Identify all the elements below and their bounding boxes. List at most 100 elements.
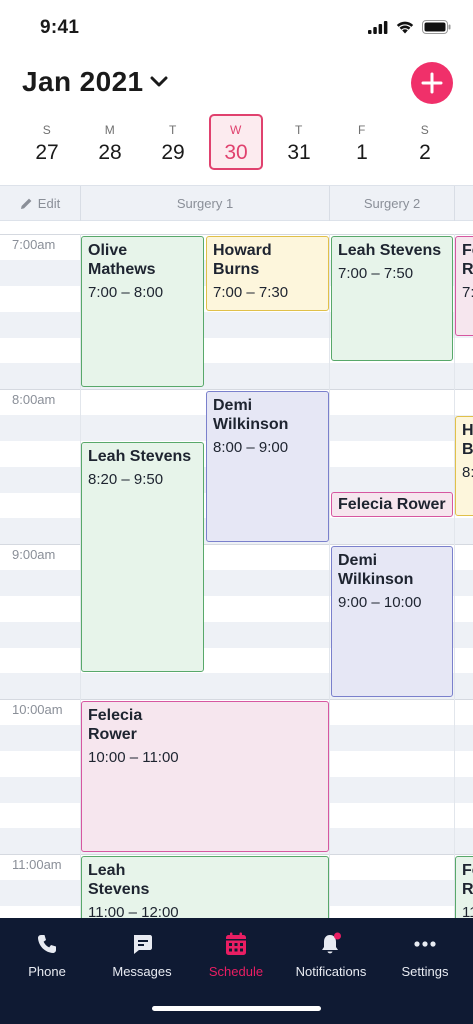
battery-icon xyxy=(422,20,451,34)
add-appointment-button[interactable] xyxy=(411,62,453,104)
appointment-name: Demi Wilkinson xyxy=(213,397,289,433)
appointment-time: 11 xyxy=(462,904,473,918)
appointment-card[interactable]: Demi Wilkinson 8:00 – 9:00 xyxy=(206,391,329,542)
hour-line xyxy=(0,854,473,855)
appointment-time: 9:00 – 10:00 xyxy=(338,594,422,611)
tab-label: Messages xyxy=(112,964,172,979)
day-number: 29 xyxy=(161,141,185,164)
day-number: 30 xyxy=(224,141,248,164)
column-partial xyxy=(455,186,473,221)
edit-label: Edit xyxy=(37,196,61,211)
tab-label: Notifications xyxy=(295,964,367,979)
appointment-card[interactable]: H B 8: xyxy=(455,416,473,516)
status-time: 9:41 xyxy=(40,17,80,38)
appointment-time: 7: xyxy=(462,284,473,301)
day-number: 31 xyxy=(287,141,311,164)
appointment-time: 7:00 – 7:30 xyxy=(213,284,289,301)
day-number: 1 xyxy=(356,141,368,164)
day-sunday[interactable]: S 27 xyxy=(20,114,74,170)
tab-phone[interactable]: Phone xyxy=(0,930,94,979)
hour-line xyxy=(0,699,473,700)
tab-messages[interactable]: Messages xyxy=(95,930,189,979)
hour-line xyxy=(0,234,473,235)
appointment-time: 7:00 – 8:00 xyxy=(88,284,164,301)
column-label: Surgery 2 xyxy=(363,196,421,211)
status-bar: 9:41 xyxy=(0,0,473,56)
appointment-name: Leah Stevens xyxy=(88,862,150,898)
appointment-card[interactable]: Fe R 7: xyxy=(455,236,473,336)
hour-label: 11:00am xyxy=(12,857,62,872)
signal-icon xyxy=(368,20,388,34)
appointment-time: 8:20 – 9:50 xyxy=(88,471,164,488)
bell-icon xyxy=(322,932,341,954)
appointment-card[interactable]: Demi Wilkinson 9:00 – 10:00 xyxy=(331,546,453,697)
day-number: 28 xyxy=(98,141,122,164)
appointment-card[interactable]: Howard Burns 7:00 – 7:30 xyxy=(206,236,329,311)
day-letter: M xyxy=(104,123,116,137)
hour-label: 8:00am xyxy=(12,392,56,407)
tab-label: Settings xyxy=(401,964,449,979)
day-tuesday[interactable]: T 29 xyxy=(146,114,200,170)
appointment-time: 8: xyxy=(462,464,473,481)
tab-schedule[interactable]: Schedule xyxy=(189,930,283,979)
hour-line xyxy=(0,389,473,390)
pencil-icon xyxy=(20,198,32,209)
day-thursday[interactable]: T 31 xyxy=(272,114,326,170)
day-letter: F xyxy=(358,123,366,137)
column-surgery-1: Surgery 1 xyxy=(81,186,330,221)
appointment-time: 10:00 – 11:00 xyxy=(88,749,179,766)
day-number: 27 xyxy=(35,141,59,164)
appointment-name: Olive Mathews xyxy=(88,242,156,278)
appointment-name: Fe R xyxy=(462,862,473,898)
month-label: Jan 2021 xyxy=(22,66,144,97)
grid-band xyxy=(0,363,473,389)
tab-label: Phone xyxy=(28,964,66,979)
appointment-card[interactable]: Leah Stevens 8:20 – 9:50 xyxy=(81,442,204,672)
appointment-time: 7:00 – 7:50 xyxy=(338,265,414,282)
day-friday[interactable]: F 1 xyxy=(335,114,389,170)
appointment-card[interactable]: Felecia Rower xyxy=(331,492,453,517)
more-icon xyxy=(414,941,436,947)
column-separator xyxy=(329,234,330,918)
calendar-icon xyxy=(226,932,246,955)
day-letter: S xyxy=(42,123,52,137)
appointment-card[interactable]: Olive Mathews 7:00 – 8:00 xyxy=(81,236,204,387)
day-monday[interactable]: M 28 xyxy=(83,114,137,170)
column-header: Edit Surgery 1 Surgery 2 xyxy=(0,185,473,221)
column-surgery-2: Surgery 2 xyxy=(330,186,455,221)
appointment-name: Howard Burns xyxy=(213,242,272,278)
month-picker[interactable]: Jan 2021 xyxy=(22,66,168,98)
tab-label: Schedule xyxy=(208,964,264,979)
appointment-name: Leah Stevens xyxy=(338,242,442,259)
home-indicator xyxy=(152,1006,321,1011)
appointment-card[interactable]: Felecia Rower 10:00 – 11:00 xyxy=(81,701,329,852)
wifi-icon xyxy=(396,21,414,33)
day-saturday[interactable]: S 2 xyxy=(398,114,452,170)
hour-label: 10:00am xyxy=(12,702,63,717)
appointment-name: Felecia Rower xyxy=(88,707,143,743)
hour-line xyxy=(0,544,473,545)
hour-label: 9:00am xyxy=(12,547,56,562)
appointment-name: Demi Wilkinson xyxy=(338,552,414,588)
day-letter: T xyxy=(295,123,303,137)
appointment-card[interactable]: Leah Stevens 7:00 – 7:50 xyxy=(331,236,453,361)
edit-button[interactable]: Edit xyxy=(0,186,81,221)
appointment-name: Fe R xyxy=(462,242,473,278)
message-icon xyxy=(134,935,152,954)
appointment-card[interactable]: Fe R 11 xyxy=(455,856,473,918)
column-separator xyxy=(454,234,455,918)
tab-settings[interactable]: Settings xyxy=(378,930,472,979)
day-number: 2 xyxy=(419,141,431,164)
column-label: Surgery 1 xyxy=(176,196,234,211)
day-letter: T xyxy=(169,123,177,137)
appointment-name: Felecia Rower xyxy=(338,496,446,513)
day-letter: W xyxy=(230,123,242,137)
appointment-time: 8:00 – 9:00 xyxy=(213,439,289,456)
appointment-name: Leah Stevens xyxy=(88,448,192,465)
plus-icon xyxy=(421,72,443,94)
day-wednesday-selected[interactable]: W 30 xyxy=(209,114,263,170)
appointment-card[interactable]: Leah Stevens 11:00 – 12:00 xyxy=(81,856,329,918)
appointment-time: 11:00 – 12:00 xyxy=(88,904,179,918)
tab-notifications[interactable]: Notifications xyxy=(284,930,378,979)
schedule-grid[interactable]: 7:00am 8:00am 9:00am 10:00am 11:00am Oli… xyxy=(0,234,473,918)
